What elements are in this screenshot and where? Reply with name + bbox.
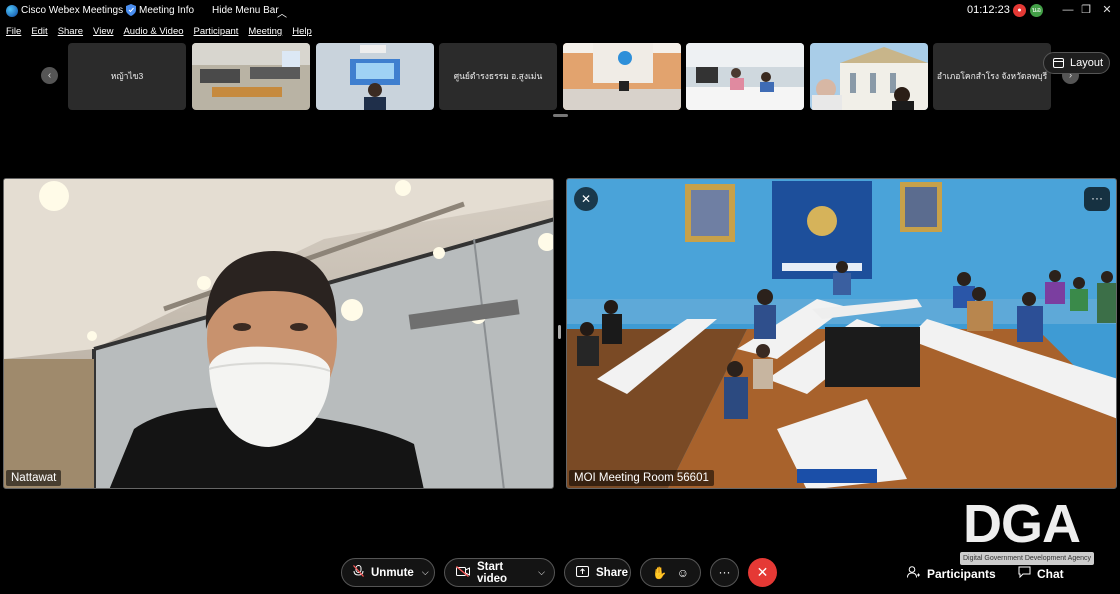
participant-name-tag: Nattawat <box>6 470 62 486</box>
layout-label: Layout <box>1070 57 1104 69</box>
menu-edit[interactable]: Edit <box>31 26 47 40</box>
participant-thumbnail[interactable] <box>192 43 310 110</box>
person-video <box>316 43 434 110</box>
shield-icon[interactable] <box>126 4 136 16</box>
menu-meeting[interactable]: Meeting <box>248 26 282 40</box>
minimize-button[interactable]: — <box>1058 2 1078 18</box>
video-off-icon <box>456 565 470 580</box>
title-bar: Cisco Webex Meetings Meeting Info Hide M… <box>0 0 1120 22</box>
dga-watermark-logo: DGA Digital Government Development Agenc… <box>960 497 1094 567</box>
participant-thumbnail[interactable]: ศูนย์ดำรงธรรม อ.สูงเม่น <box>439 43 557 110</box>
raise-hand-icon[interactable]: ✋ <box>652 566 667 580</box>
filmstrip-prev-button[interactable]: ‹ <box>41 67 58 84</box>
start-video-label: Start video <box>477 560 508 585</box>
meeting-timer: 01:12:23 <box>967 4 1010 16</box>
thumbnail-name: อำเภอโคกสำโรง จังหวัดลพบุรี <box>936 71 1048 81</box>
menu-help[interactable]: Help <box>292 26 312 40</box>
meeting-info-button[interactable]: Meeting Info <box>139 5 194 16</box>
chat-button[interactable]: Chat <box>1018 566 1064 581</box>
dga-logo-text: DGA <box>963 494 1081 554</box>
menu-participant[interactable]: Participant <box>194 26 239 40</box>
participant-thumbnail[interactable] <box>810 43 928 110</box>
menu-share[interactable]: Share <box>58 26 83 40</box>
chevron-down-icon[interactable]: ⌵ <box>422 567 429 578</box>
menu-bar: File Edit Share View Audio & Video Parti… <box>0 26 316 40</box>
menu-file[interactable]: File <box>6 26 21 40</box>
menu-audio-video[interactable]: Audio & Video <box>123 26 183 40</box>
mic-muted-icon <box>353 565 364 580</box>
webex-logo-icon <box>6 5 18 17</box>
participants-icon <box>907 566 921 581</box>
meeting-room-video <box>686 43 804 110</box>
more-options-button[interactable]: ··· <box>710 558 739 587</box>
chat-icon <box>1018 566 1031 581</box>
unpin-icon[interactable]: ✕ <box>574 187 598 211</box>
emoji-reaction-icon[interactable]: ☺ <box>677 566 689 580</box>
app-title: Cisco Webex Meetings <box>21 5 124 16</box>
unmute-button[interactable]: Unmute ⌵ <box>341 558 435 587</box>
menu-view[interactable]: View <box>93 26 113 40</box>
participant-thumbnail[interactable]: หญ้าไข3 <box>68 43 186 110</box>
participant-thumbnail[interactable]: อำเภอโคกสำโรง จังหวัดลพบุรี <box>933 43 1051 110</box>
main-video-left[interactable]: Nattawat <box>3 178 554 489</box>
orange-room-video <box>563 43 681 110</box>
filmstrip-resize-handle[interactable] <box>553 114 568 117</box>
layout-icon <box>1053 58 1064 68</box>
restore-button[interactable]: ❐ <box>1076 2 1096 18</box>
leave-meeting-button[interactable]: ✕ <box>748 558 777 587</box>
chat-label: Chat <box>1037 566 1064 581</box>
share-button[interactable]: Share <box>564 558 631 587</box>
palace-background-video <box>810 43 928 110</box>
participants-button[interactable]: Participants <box>907 566 996 581</box>
participant-thumbnail[interactable] <box>316 43 434 110</box>
user-avatar[interactable]: นอ <box>1030 4 1043 17</box>
recording-indicator-icon[interactable]: ● <box>1013 4 1026 17</box>
moi-meeting-room-video-feed <box>567 179 1116 488</box>
participants-label: Participants <box>927 566 996 581</box>
layout-button[interactable]: Layout <box>1043 52 1110 74</box>
dga-logo-subtitle: Digital Government Development Agency <box>960 552 1094 565</box>
unmute-label: Unmute <box>371 566 414 579</box>
video-splitter-handle[interactable] <box>558 325 561 339</box>
participant-name-tag: MOI Meeting Room 56601 <box>569 470 714 486</box>
start-video-button[interactable]: Start video ⌵ <box>444 558 555 587</box>
reactions-group: ✋ ☺ <box>640 558 701 587</box>
chevron-up-icon[interactable]: ︿ <box>277 5 287 20</box>
video-more-options-button[interactable]: ··· <box>1084 187 1110 211</box>
chevron-down-icon[interactable]: ⌵ <box>538 567 545 578</box>
share-screen-icon <box>576 565 589 580</box>
office-room-video <box>192 43 310 110</box>
share-label: Share <box>596 566 628 579</box>
thumbnail-name: ศูนย์ดำรงธรรม อ.สูงเม่น <box>453 71 543 81</box>
nattawat-video-feed <box>4 179 553 488</box>
hide-menu-bar-button[interactable]: Hide Menu Bar <box>212 5 279 16</box>
participant-thumbnail[interactable] <box>563 43 681 110</box>
close-window-button[interactable]: ✕ <box>1097 2 1117 18</box>
main-video-right[interactable]: ✕ ··· MOI Meeting Room 56601 <box>566 178 1117 489</box>
participant-thumbnail[interactable] <box>686 43 804 110</box>
thumbnail-name: หญ้าไข3 <box>110 71 144 81</box>
